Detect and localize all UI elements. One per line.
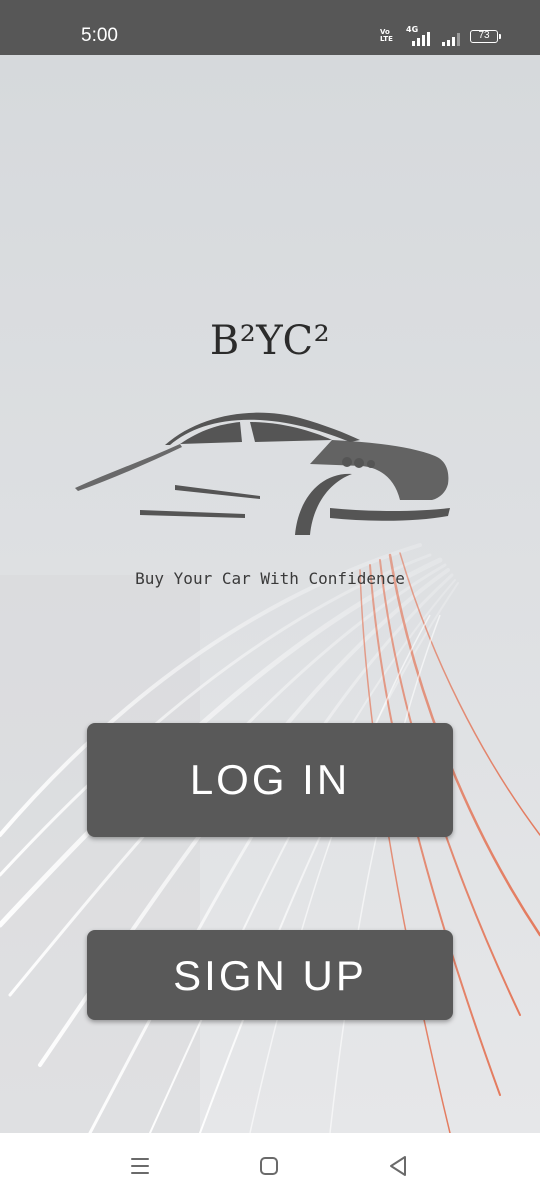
- signup-button[interactable]: SIGN UP: [87, 930, 453, 1020]
- app-logo-title: B²YC²: [209, 318, 331, 364]
- battery-icon: 73: [470, 29, 501, 43]
- car-logo-icon: [75, 412, 450, 535]
- login-button[interactable]: LOG IN: [87, 723, 453, 837]
- signal-icon-secondary: [442, 26, 464, 46]
- status-bar: 5:00 Vo LTE 4G 73: [0, 0, 540, 55]
- tagline: Buy Your Car With Confidence: [135, 569, 405, 588]
- status-time: 5:00: [81, 25, 118, 46]
- signal-icon: 4G: [406, 26, 436, 46]
- home-icon[interactable]: [254, 1151, 284, 1181]
- status-icons: Vo LTE 4G 73: [380, 26, 501, 46]
- back-icon[interactable]: [383, 1151, 413, 1181]
- recent-apps-icon[interactable]: [125, 1151, 155, 1181]
- volte-indicator: Vo LTE: [380, 28, 393, 43]
- navigation-bar: [0, 1133, 540, 1200]
